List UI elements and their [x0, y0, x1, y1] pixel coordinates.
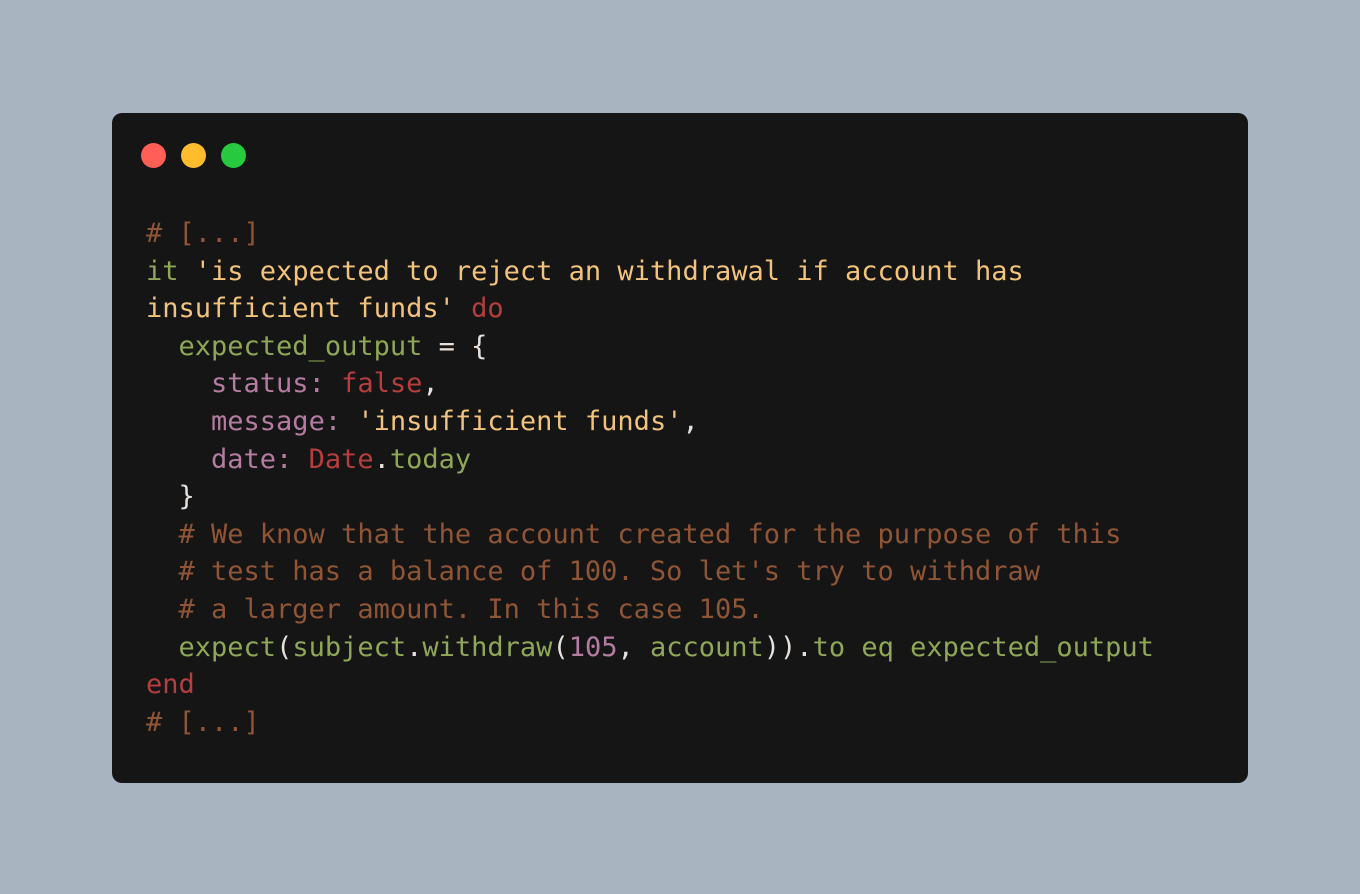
code-token-string: insufficient funds'	[146, 293, 455, 325]
code-line: status: false,	[146, 365, 1154, 403]
code-token-comment: # We know that the account created for t…	[146, 518, 1122, 550]
code-token-keyword: end	[146, 669, 195, 701]
code-token-plain: (	[552, 631, 569, 663]
code-block: # [...] it 'is expected to reject an with…	[146, 215, 1154, 741]
code-token-string: 'insufficient funds'	[357, 405, 683, 437]
code-token-comment: # test has a balance of 100. So let's tr…	[146, 556, 1041, 588]
code-line: # We know that the account created for t…	[146, 516, 1154, 554]
code-token-plain: .	[406, 631, 423, 663]
code-token-identifier: account	[650, 631, 764, 663]
code-token-identifier: to eq expected_output	[812, 631, 1154, 663]
code-line: expected_output = {	[146, 328, 1154, 366]
code-token-identifier: it	[146, 255, 195, 287]
code-token-identifier: expected_output	[178, 330, 423, 362]
code-line: insufficient funds' do	[146, 290, 1154, 328]
code-token-symbol: date:	[211, 443, 293, 475]
code-token-symbol: 105	[568, 631, 618, 663]
zoom-window-icon[interactable]	[221, 143, 246, 168]
code-token-symbol: status:	[211, 368, 325, 400]
code-line: # [...]	[146, 704, 1154, 742]
code-token-plain: )).	[763, 631, 813, 663]
code-token-plain: = {	[422, 330, 488, 362]
code-token-comment: # a larger amount. In this case 105.	[146, 593, 764, 625]
code-token-string: 'is expected to reject an withdrawal if …	[194, 255, 1024, 287]
code-line: }	[146, 478, 1154, 516]
code-line: # a larger amount. In this case 105.	[146, 591, 1154, 629]
code-token-plain: }	[146, 481, 195, 513]
code-line: message: 'insufficient funds',	[146, 403, 1154, 441]
code-line: # test has a balance of 100. So let's tr…	[146, 553, 1154, 591]
code-token-plain: ,	[682, 405, 699, 437]
close-window-icon[interactable]	[141, 143, 166, 168]
code-line: # [...]	[146, 215, 1154, 253]
code-line: it 'is expected to reject an withdrawal …	[146, 253, 1154, 291]
code-token-keyword: Date	[308, 443, 374, 475]
code-line: end	[146, 666, 1154, 704]
code-token-keyword: do	[471, 293, 504, 325]
code-line: date: Date.today	[146, 441, 1154, 479]
code-token-symbol: message:	[211, 405, 342, 437]
code-token-comment: # [...]	[146, 218, 260, 249]
code-token-plain: (	[276, 631, 293, 663]
code-window: # [...] it 'is expected to reject an with…	[112, 113, 1248, 783]
code-line: expect(subject.withdraw(105, account)).t…	[146, 629, 1154, 667]
code-token-plain: ,	[617, 631, 650, 663]
code-token-plain: ,	[422, 368, 439, 400]
code-token-identifier: expect	[178, 631, 277, 663]
code-token-comment: # [...]	[146, 706, 260, 738]
code-token-keyword: false	[341, 368, 423, 400]
code-token-plain: .	[373, 443, 390, 475]
code-token-identifier: withdraw	[422, 631, 553, 663]
code-token-identifier: today	[389, 443, 472, 475]
minimize-window-icon[interactable]	[181, 143, 206, 168]
code-token-identifier: subject	[292, 631, 407, 663]
